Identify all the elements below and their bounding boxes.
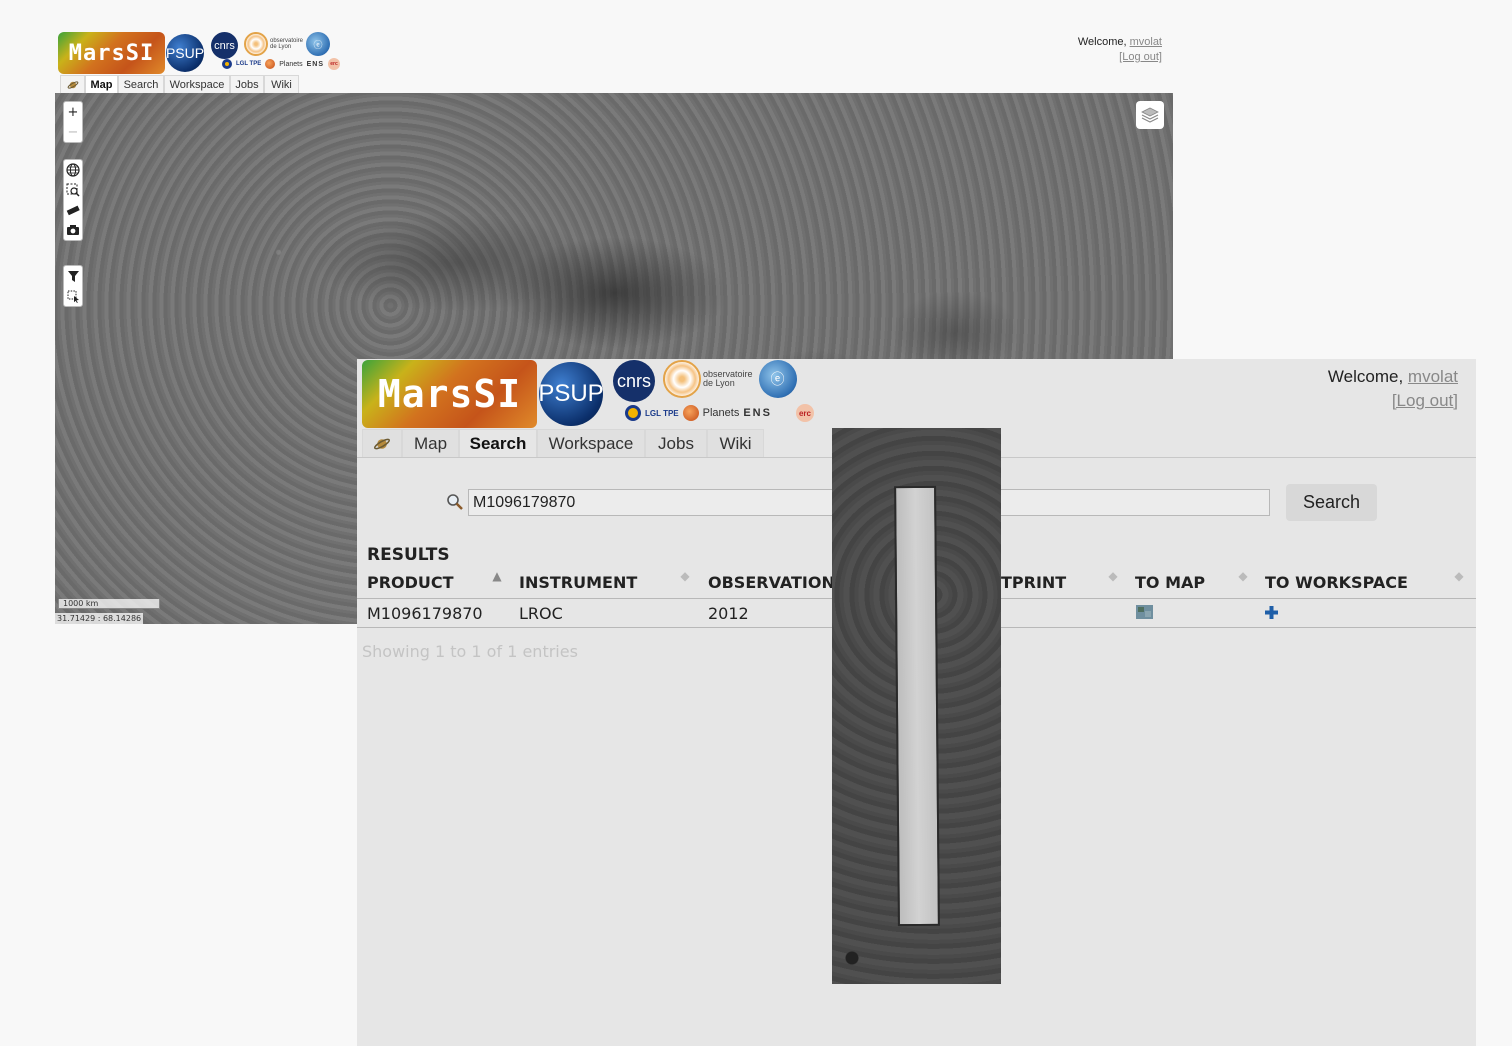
psup-logo[interactable]: PSUP (166, 34, 204, 72)
scale-bar: 1000 km (58, 599, 160, 609)
tab-jobs[interactable]: Jobs (645, 429, 707, 458)
tab-workspace[interactable]: Workspace (164, 75, 230, 93)
marssi-logo[interactable]: MarsSI (58, 32, 165, 74)
column-header-to-workspace[interactable]: TO WORKSPACE (1265, 573, 1408, 592)
ruler-icon (66, 205, 80, 216)
map-thumbnail-icon[interactable] (1136, 605, 1153, 619)
ens-logo: ENS (306, 60, 324, 68)
search-icon (447, 494, 463, 510)
search-button[interactable]: Search (1286, 484, 1377, 521)
lgl-logo (625, 405, 641, 421)
lgl-text: LGL TPE (236, 61, 262, 67)
filter-button[interactable] (63, 266, 83, 286)
tab-wiki[interactable]: Wiki (264, 75, 299, 93)
nav-tabs: Map Search Workspace Jobs Wiki (362, 429, 764, 458)
logout-link[interactable]: [Log out] (1119, 51, 1162, 63)
sort-indicator-footprint[interactable]: ◆ (1108, 570, 1118, 582)
sort-indicator-product[interactable]: ▲ (492, 570, 502, 582)
obs-line2: de Lyon (270, 44, 292, 50)
cell-product: M1096179870 (367, 604, 483, 623)
welcome-block: Welcome, mvolat [Log out] (1328, 365, 1458, 413)
column-header-product[interactable]: PRODUCT (367, 573, 454, 592)
zoom-in-button[interactable]: + (63, 102, 83, 122)
cell-instrument: LROC (519, 604, 563, 623)
cnrs-logo: cnrs (211, 32, 238, 59)
measure-button[interactable] (63, 200, 83, 220)
tool-control (63, 159, 83, 241)
tab-workspace[interactable]: Workspace (537, 429, 645, 458)
sort-indicator-to-workspace[interactable]: ◆ (1454, 570, 1464, 582)
username-link[interactable]: mvolat (1130, 36, 1162, 48)
erc-logo: erc (795, 404, 814, 422)
erc-logo: erc (328, 58, 340, 70)
screenshot-button[interactable] (63, 220, 83, 240)
welcome-label: Welcome, (1327, 367, 1404, 386)
select-box-button[interactable] (63, 286, 83, 306)
planets-text: Planets (279, 60, 303, 68)
camera-icon (67, 225, 79, 235)
footprint-strip (894, 485, 940, 927)
tab-search[interactable]: Search (459, 429, 537, 458)
tab-wiki[interactable]: Wiki (707, 429, 764, 458)
sort-indicator-instrument[interactable]: ◆ (680, 570, 690, 582)
tab-search[interactable]: Search (118, 75, 164, 93)
username-link[interactable]: mvolat (1408, 367, 1458, 386)
planets-text: Planets (702, 407, 740, 419)
ep-logo: ⓔ (758, 360, 797, 398)
zoom-box-button[interactable] (63, 180, 83, 200)
obs-line2: de Lyon (703, 378, 735, 388)
layers-icon (1141, 107, 1159, 123)
logo-bar: MarsSI PSUP cnrs observatoire de Lyon ⓔ … (362, 360, 814, 428)
logout-link[interactable]: [Log out] (1392, 391, 1458, 410)
cnrs-logo: cnrs (613, 360, 655, 402)
observatoire-logo (663, 360, 701, 398)
cell-observation: 2012 (708, 604, 749, 623)
nav-tabs: Map Search Workspace Jobs Wiki (60, 75, 299, 93)
planet-icon (374, 438, 390, 450)
welcome-label: Welcome, (1077, 36, 1127, 48)
globe-icon (66, 163, 80, 177)
filter-icon (67, 270, 79, 282)
ens-logo: ENS (743, 407, 772, 419)
results-title: RESULTS (367, 545, 450, 565)
observatoire-logo (244, 32, 268, 56)
logo-bar: MarsSI PSUP cnrs observatoire de Lyon ⓔ … (58, 32, 340, 74)
planets-logo (682, 405, 699, 421)
psup-logo[interactable]: PSUP (538, 362, 604, 426)
zoom-out-button[interactable]: − (63, 122, 83, 142)
layers-button[interactable] (1136, 101, 1164, 129)
tab-map[interactable]: Map (85, 75, 118, 93)
zoom-control: + − (63, 101, 83, 143)
column-header-to-map[interactable]: TO MAP (1135, 573, 1205, 592)
plus-icon[interactable] (1265, 606, 1278, 619)
globe-button[interactable] (63, 160, 83, 180)
footprint-image-preview (832, 428, 1001, 984)
planets-logo (265, 59, 276, 69)
coordinate-readout: 31.71429 : 68.14286 (55, 613, 144, 624)
lgl-logo (222, 59, 232, 69)
zoom-box-icon (66, 183, 80, 197)
tab-jobs[interactable]: Jobs (230, 75, 264, 93)
column-header-footprint[interactable]: TPRINT (1001, 573, 1066, 592)
lgl-text: LGL TPE (645, 408, 679, 418)
ep-logo: ⓔ (306, 32, 331, 56)
welcome-block: Welcome, mvolat [Log out] (1078, 35, 1162, 65)
tab-home[interactable] (60, 75, 85, 93)
filter-control (63, 265, 83, 307)
select-box-icon (67, 290, 79, 303)
marssi-logo[interactable]: MarsSI (362, 360, 537, 428)
planet-icon (67, 80, 78, 89)
sort-indicator-to-map[interactable]: ◆ (1238, 570, 1248, 582)
column-header-instrument[interactable]: INSTRUMENT (519, 573, 637, 592)
tab-home[interactable] (362, 429, 402, 458)
tab-map[interactable]: Map (402, 429, 459, 458)
table-info: Showing 1 to 1 of 1 entries (362, 642, 578, 661)
